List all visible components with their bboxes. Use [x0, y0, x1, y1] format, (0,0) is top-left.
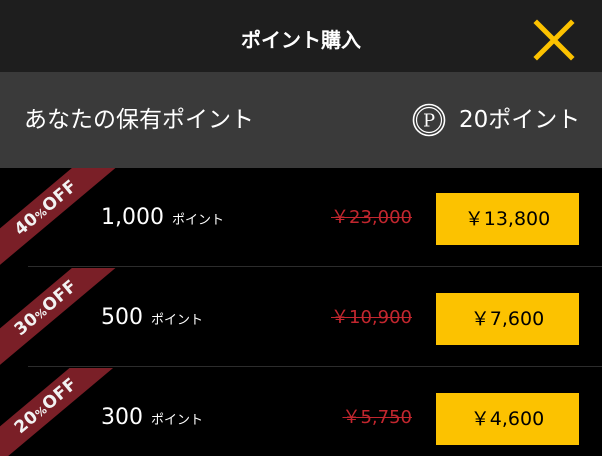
discount-ribbon: 30%OFF [0, 268, 117, 368]
close-button[interactable] [531, 17, 577, 63]
balance-value: 20ポイント [459, 107, 581, 133]
discount-ribbon: 20%OFF [0, 368, 117, 456]
header-bar: ポイント購入 [0, 0, 602, 72]
offer-points: 300 ポイント [101, 368, 203, 456]
original-price: ￥10,900 [331, 307, 412, 328]
points-unit: ポイント [151, 413, 204, 428]
divider [28, 266, 602, 267]
offer-points: 500 ポイント [101, 268, 203, 368]
original-price: ￥23,000 [331, 207, 412, 228]
buy-button[interactable]: ￥13,800 [436, 193, 579, 245]
points-coin-icon: P [412, 103, 446, 137]
points-coin-letter: P [423, 111, 435, 132]
points-amount: 1,000 [101, 205, 164, 230]
points-amount: 300 [101, 405, 143, 430]
points-balance-panel: あなたの保有ポイント P 20ポイント [0, 72, 602, 168]
discount-ribbon: 40%OFF [0, 168, 117, 268]
points-unit: ポイント [171, 213, 224, 228]
buy-button[interactable]: ￥4,600 [436, 393, 579, 445]
offer-row: 20%OFF 300 ポイント ￥5,750 ￥4,600 [0, 368, 602, 456]
offer-row: 30%OFF 500 ポイント ￥10,900 ￥7,600 [0, 268, 602, 368]
page-title: ポイント購入 [241, 28, 361, 52]
offer-points: 1,000 ポイント [101, 168, 224, 268]
offer-row: 40%OFF 1,000 ポイント ￥23,000 ￥13,800 [0, 168, 602, 268]
points-unit: ポイント [151, 313, 204, 328]
original-price: ￥5,750 [342, 407, 412, 428]
balance-label: あなたの保有ポイント [24, 107, 254, 133]
close-icon [533, 19, 575, 61]
divider [28, 366, 602, 367]
points-amount: 500 [101, 305, 143, 330]
buy-button[interactable]: ￥7,600 [436, 293, 579, 345]
